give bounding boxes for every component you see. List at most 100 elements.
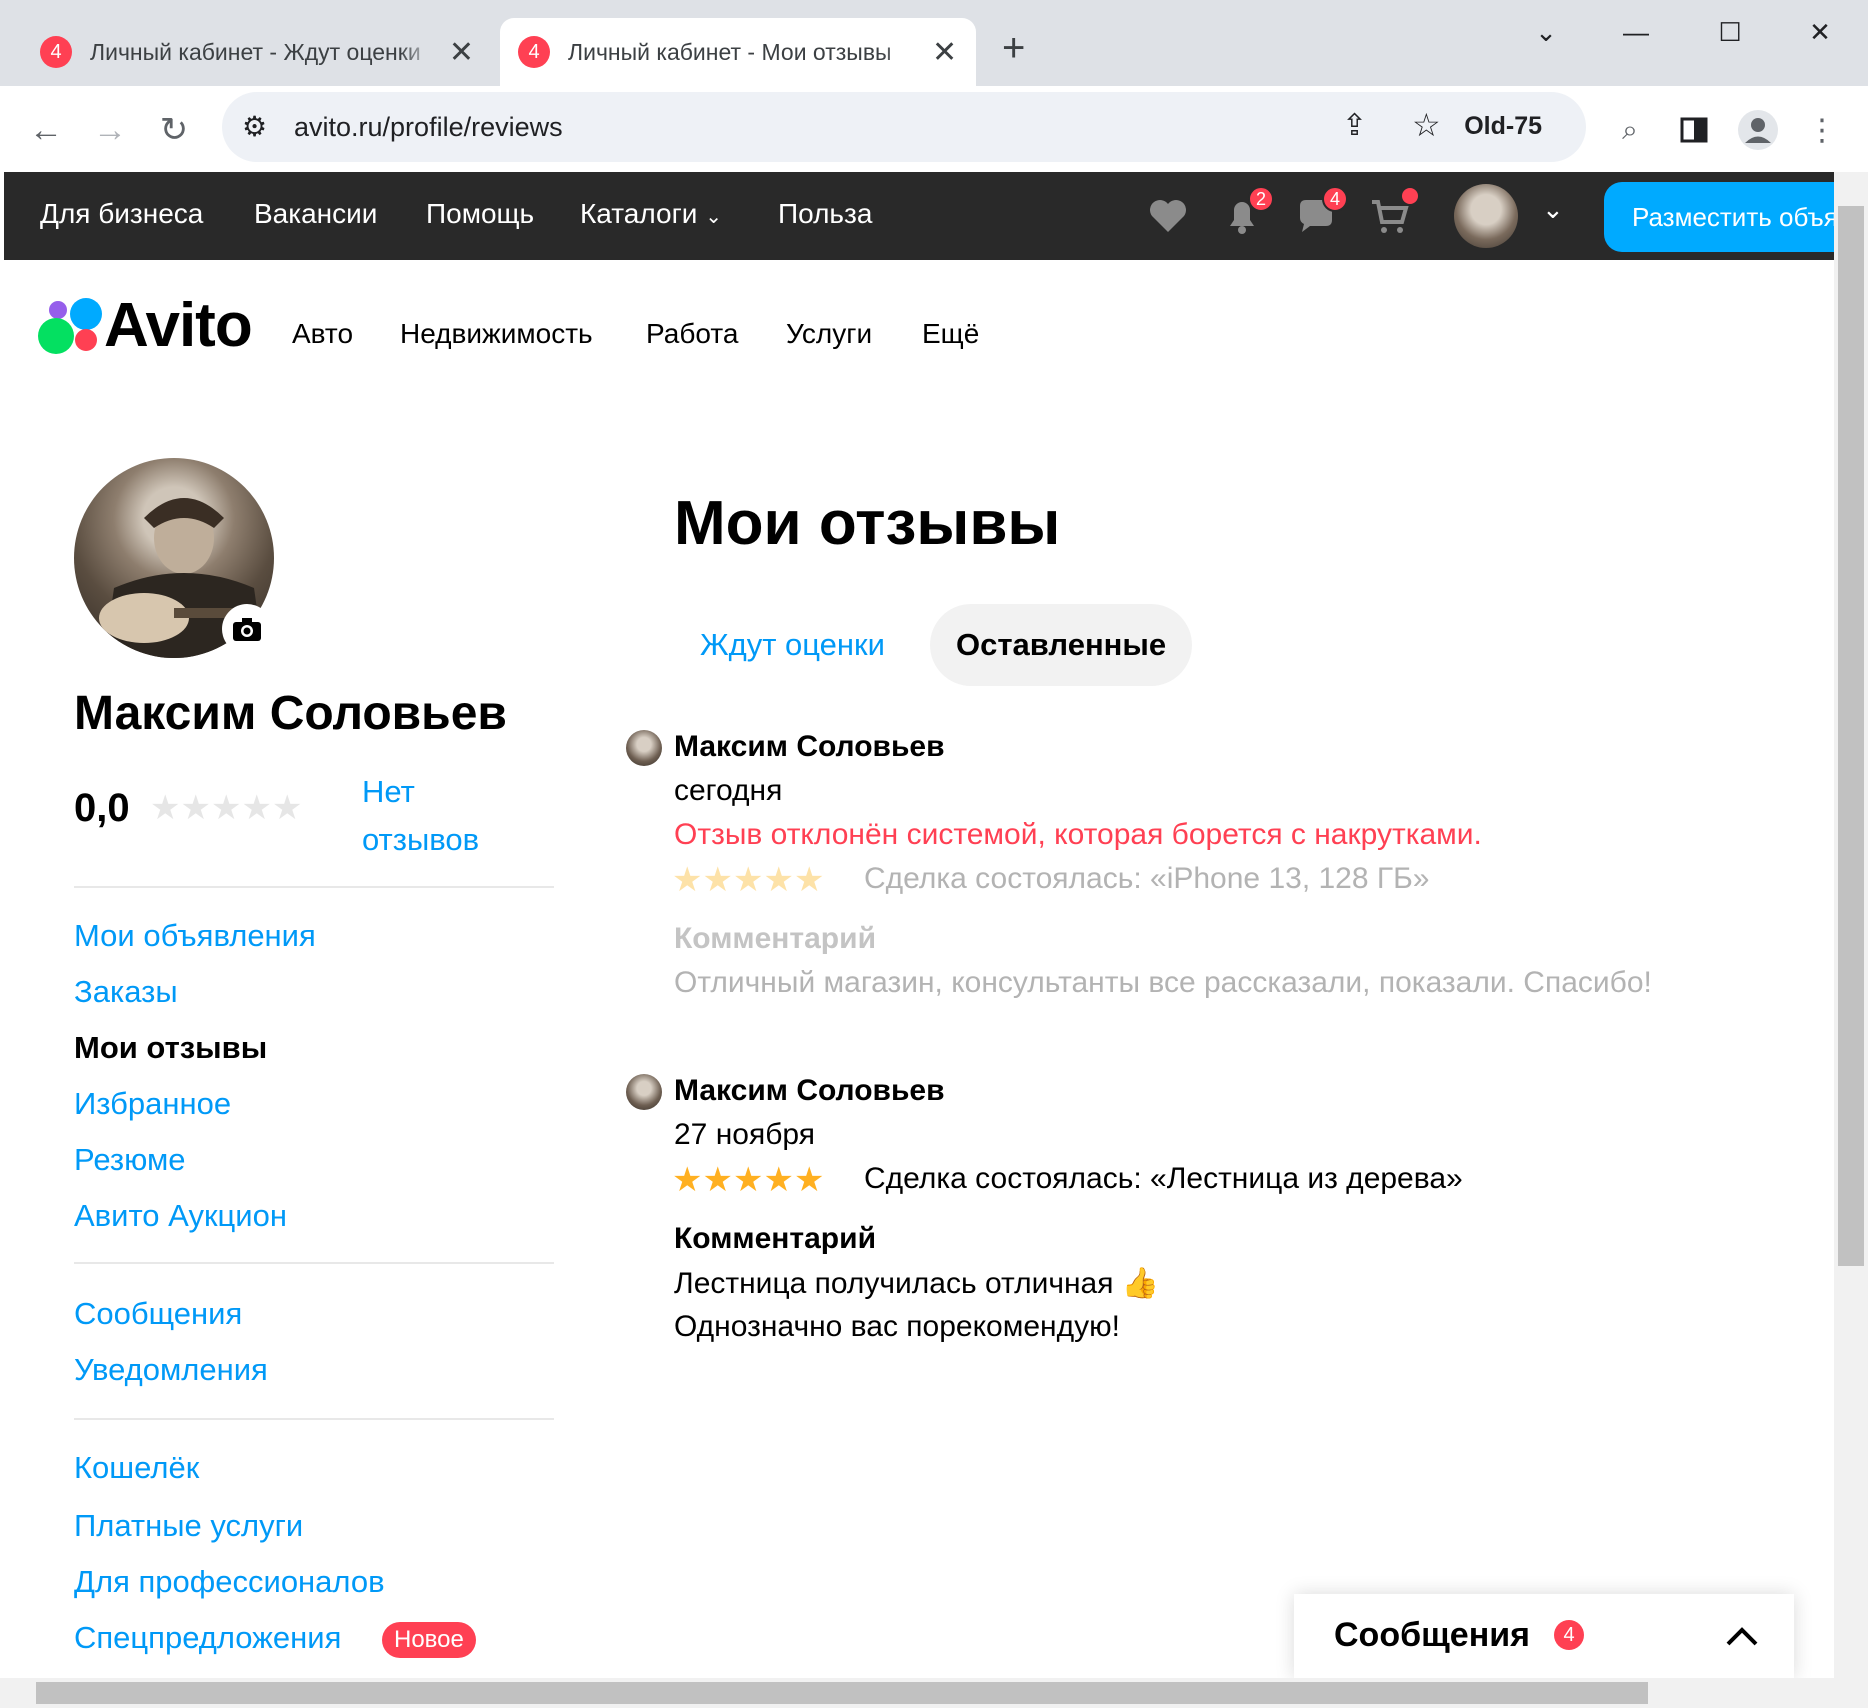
tab-my-reviews[interactable]: 4 Личный кабинет - Мои отзывы ✕: [500, 18, 976, 86]
category-realty[interactable]: Недвижимость: [400, 318, 593, 350]
no-reviews-line1: Нет: [362, 774, 415, 809]
category-services[interactable]: Услуги: [786, 318, 872, 350]
camera-icon: [233, 618, 261, 641]
tab-badge: 4: [518, 36, 550, 68]
profile-icon[interactable]: [1736, 108, 1780, 152]
reload-icon[interactable]: ↻: [152, 108, 196, 152]
new-badge: Новое: [382, 1622, 476, 1658]
catalogs-label: Каталоги: [580, 198, 698, 229]
tab-waiting-reviews[interactable]: 4 Личный кабинет - Ждут оценки ✕: [22, 18, 492, 86]
site-settings-icon[interactable]: ⚙: [242, 110, 267, 143]
site-topbar: Для бизнеса Вакансии Помощь Каталоги ⌄ П…: [4, 172, 1834, 260]
vertical-scrollbar[interactable]: [1834, 172, 1868, 1678]
sidebar-item-favorites[interactable]: Избранное: [74, 1086, 231, 1122]
tab-left[interactable]: Оставленные: [930, 604, 1193, 686]
tab-search-icon[interactable]: ⌄: [1516, 8, 1576, 56]
bookmark-star-icon[interactable]: ☆: [1412, 106, 1441, 144]
side-panel-icon[interactable]: [1672, 108, 1716, 152]
tab-title: Личный кабинет - Мои отзывы: [568, 38, 892, 65]
menu-kebab-icon[interactable]: ⋮: [1800, 108, 1844, 152]
address-bar[interactable]: ⚙ avito.ru/profile/reviews ⇪ ☆ Old-75: [222, 92, 1586, 162]
sidebar-item-resume[interactable]: Резюме: [74, 1142, 186, 1178]
close-window-icon[interactable]: ✕: [1790, 8, 1850, 56]
no-reviews-link[interactable]: Нет отзывов: [362, 768, 479, 864]
review-avatar: [626, 730, 662, 766]
topbar-link-catalogs[interactable]: Каталоги ⌄: [580, 198, 722, 230]
topbar-link-business[interactable]: Для бизнеса: [40, 198, 203, 230]
messages-badge: 4: [1322, 186, 1348, 212]
chevron-up-icon[interactable]: [1724, 1624, 1760, 1648]
share-icon[interactable]: ⇪: [1342, 108, 1367, 143]
sidebar-item-orders[interactable]: Заказы: [74, 974, 178, 1010]
post-ad-button[interactable]: Разместить объявление: [1604, 182, 1844, 252]
sidebar-item-paid-services[interactable]: Платные услуги: [74, 1508, 303, 1544]
new-tab-button[interactable]: +: [1002, 26, 1025, 71]
no-reviews-line2: отзывов: [362, 822, 480, 857]
profile-rating: 0,0: [74, 786, 130, 830]
profile-stars: ★★★★★: [150, 789, 303, 827]
review-deal: Сделка состоялась: «Лестница из дерева»: [864, 1162, 1463, 1195]
chevron-down-icon: ⌄: [705, 206, 722, 228]
topbar-link-help[interactable]: Помощь: [426, 198, 534, 230]
profile-name: Максим Соловьев: [74, 687, 507, 740]
review-comment-label: Комментарий: [674, 922, 877, 955]
review-avatar: [626, 1074, 662, 1110]
scrollbar-thumb[interactable]: [36, 1682, 1648, 1704]
review-comment: Отличный магазин, консультанты все расск…: [674, 966, 1652, 999]
divider: [74, 1262, 554, 1264]
tab-title: Личный кабинет - Ждут оценки: [90, 38, 421, 65]
back-icon[interactable]: ←: [24, 108, 68, 152]
sidebar-item-wallet[interactable]: Кошелёк: [74, 1450, 199, 1486]
review-comment-label: Комментарий: [674, 1222, 877, 1255]
logo-text: Avito: [104, 291, 253, 360]
page-title: Мои отзывы: [674, 489, 1061, 558]
minimize-icon[interactable]: —: [1606, 8, 1666, 56]
review-comment-line2: Однозначно вас порекомендую!: [674, 1310, 1120, 1343]
url-text: avito.ru/profile/reviews: [294, 112, 563, 142]
heart-icon[interactable]: [1146, 194, 1190, 238]
close-icon[interactable]: ✕: [932, 35, 957, 70]
review-date: сегодня: [674, 774, 783, 807]
sidebar-item-auction[interactable]: Авито Аукцион: [74, 1198, 287, 1234]
tab-badge: 4: [40, 36, 72, 68]
category-jobs[interactable]: Работа: [646, 318, 738, 350]
sidebar-item-my-ads[interactable]: Мои объявления: [74, 918, 316, 954]
avito-logo[interactable]: Avito: [38, 291, 253, 361]
profile-label: Old-75: [1464, 112, 1542, 140]
browser-titlebar: 4 Личный кабинет - Ждут оценки ✕ 4 Личны…: [0, 0, 1868, 86]
maximize-icon[interactable]: ☐: [1700, 8, 1760, 56]
sidebar-item-pro[interactable]: Для профессионалов: [74, 1564, 385, 1600]
review-comment-line1: Лестница получилась отличная 👍: [674, 1267, 1160, 1300]
search-icon[interactable]: ⌕: [1608, 108, 1652, 152]
user-avatar[interactable]: [1454, 184, 1518, 248]
tab-waiting[interactable]: Ждут оценки: [680, 604, 905, 686]
topbar-link-jobs[interactable]: Вакансии: [254, 198, 377, 230]
close-icon[interactable]: ✕: [449, 35, 474, 70]
review-date: 27 ноября: [674, 1118, 815, 1151]
review-author: Максим Соловьев: [674, 1074, 945, 1107]
messages-widget[interactable]: Сообщения 4: [1294, 1594, 1794, 1678]
chevron-down-icon[interactable]: ⌄: [1542, 194, 1564, 225]
review-stars: ★★★★★: [672, 861, 825, 899]
topbar-link-benefit[interactable]: Польза: [778, 198, 872, 230]
divider: [74, 886, 554, 888]
sidebar-item-notifications[interactable]: Уведомления: [74, 1352, 268, 1388]
sidebar-item-messages[interactable]: Сообщения: [74, 1296, 242, 1332]
messages-widget-label: Сообщения: [1334, 1616, 1530, 1654]
cart-dot: [1402, 188, 1418, 204]
change-photo-button[interactable]: [222, 604, 272, 654]
review-author: Максим Соловьев: [674, 730, 945, 763]
review-stars: ★★★★★: [672, 1161, 825, 1199]
sidebar-item-my-reviews[interactable]: Мои отзывы: [74, 1030, 267, 1066]
horizontal-scrollbar[interactable]: [0, 1678, 1868, 1708]
category-more[interactable]: Ещё: [922, 318, 979, 350]
review-rejected-notice: Отзыв отклонён системой, которая борется…: [674, 818, 1482, 851]
scrollbar-thumb[interactable]: [1838, 206, 1864, 1266]
sidebar-item-special-offers[interactable]: Спецпредложения: [74, 1620, 341, 1656]
review-deal: Сделка состоялась: «iPhone 13, 128 ГБ»: [864, 862, 1430, 895]
messages-widget-badge: 4: [1554, 1620, 1584, 1650]
divider: [74, 1418, 554, 1420]
notifications-badge: 2: [1248, 186, 1274, 212]
category-auto[interactable]: Авто: [292, 318, 353, 350]
forward-icon[interactable]: →: [88, 108, 132, 152]
